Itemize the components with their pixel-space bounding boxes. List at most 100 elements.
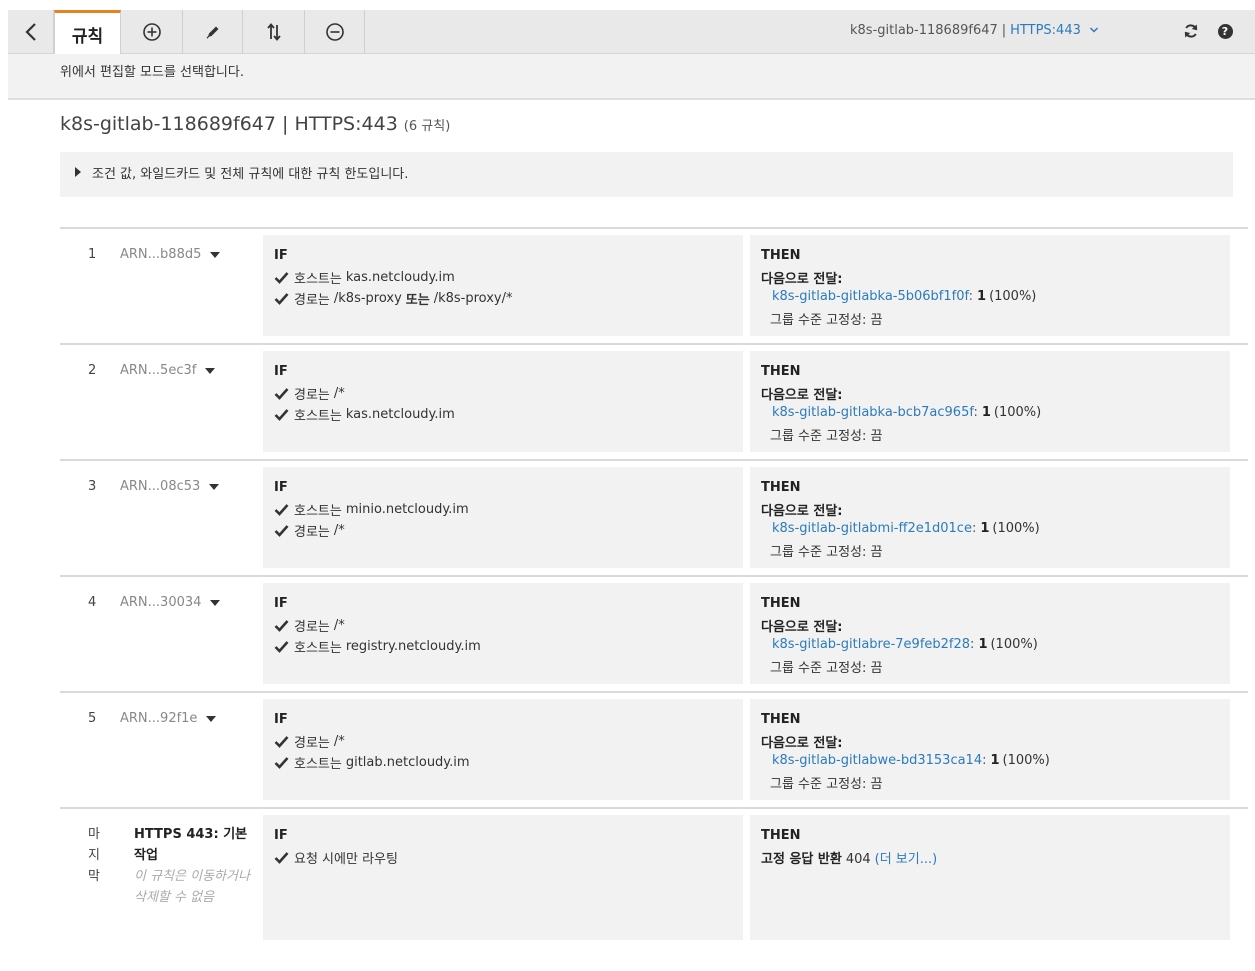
rule-arn-dropdown[interactable]: ARN...30034 <box>120 595 221 610</box>
condition-or-value: /k8s-proxy/* <box>433 291 513 306</box>
condition-value: kas.netcloudy.im <box>345 407 455 422</box>
chevron-left-icon <box>24 23 36 41</box>
if-label: IF <box>274 364 288 379</box>
checkmark-icon <box>274 525 289 537</box>
target-group-link[interactable]: k8s-gitlab-gitlabwe-bd3153ca14 <box>772 753 982 768</box>
then-label: THEN <box>761 712 801 727</box>
condition-value: /* <box>333 618 345 633</box>
rule-conditions: IF 경로는/* 호스트는 kas.netcloudy.im <box>263 351 743 452</box>
help-button[interactable]: ? <box>1214 19 1236 43</box>
listener-selector[interactable]: k8s-gitlab-118689f647 | HTTPS:443 <box>850 23 1099 38</box>
or-keyword: 또는 <box>405 293 430 308</box>
target-group-colon: : <box>982 753 987 768</box>
target-group-entry: k8s-gitlab-gitlabwe-bd3153ca14: 1 (100%) <box>772 753 1050 768</box>
target-group-weight: 1 <box>977 289 987 304</box>
fixed-response-label: 고정 응답 반환 <box>761 852 842 867</box>
rule-actions: THEN 다음으로 전달: k8s-gitlab-gitlabre-7e9feb2f… <box>750 583 1230 684</box>
edit-rules-button[interactable] <box>183 10 243 54</box>
default-rule-actions: THEN 고정 응답 반환 404 (더 보기...) <box>750 815 1230 940</box>
rule-arn-dropdown[interactable]: ARN...b88d5 <box>120 247 221 262</box>
rule-arn: ARN...5ec3f <box>120 363 197 378</box>
rule-actions: THEN 다음으로 전달: k8s-gitlab-gitlabka-5b06bf1f… <box>750 235 1230 336</box>
rule-number: 1 <box>88 247 97 262</box>
forward-to-label: 다음으로 전달: <box>761 272 843 287</box>
rule-arn-dropdown[interactable]: ARN...08c53 <box>120 479 220 494</box>
then-label: THEN <box>761 248 801 263</box>
target-group-percent: (100%) <box>992 521 1040 536</box>
minus-circle-icon <box>325 23 344 41</box>
listener-name[interactable]: HTTPS:443 <box>1010 23 1081 38</box>
condition-value: /* <box>333 386 345 401</box>
rule-condition: 호스트는 gitlab.netcloudy.im <box>274 753 470 772</box>
target-group-link[interactable]: k8s-gitlab-gitlabka-5b06bf1f0f <box>772 289 969 304</box>
refresh-button[interactable] <box>1180 19 1202 43</box>
condition-value: registry.netcloudy.im <box>345 639 481 654</box>
help-icon: ? <box>1217 23 1233 39</box>
rule-arn-dropdown[interactable]: ARN...92f1e <box>120 711 217 726</box>
reorder-rules-button[interactable] <box>243 10 305 54</box>
rule-number: 4 <box>88 595 97 610</box>
condition-prefix: 경로는 <box>294 736 330 751</box>
condition-value: kas.netcloudy.im <box>345 270 455 285</box>
group-stickiness: 그룹 수준 고정성: 끔 <box>770 313 883 328</box>
rules-toolbar: 규칙 k8s-gitlab-118689f647 | HTTPS:443 ? <box>8 10 1255 55</box>
chevron-down-icon <box>1089 27 1099 33</box>
page-title: k8s-gitlab-118689f647 | HTTPS:443 (6 규칙) <box>60 113 450 135</box>
rule-arn-dropdown[interactable]: ARN...5ec3f <box>120 363 216 378</box>
condition-value: /* <box>333 734 345 749</box>
rule-actions: THEN 다음으로 전달: k8s-gitlab-gitlabwe-bd3153ca… <box>750 699 1230 800</box>
default-rule-conditions: IF 요청 시에만 라우팅 <box>263 815 743 940</box>
show-more-link[interactable]: (더 보기...) <box>875 852 938 867</box>
default-rule-number: 마지막 <box>88 827 100 884</box>
forward-to-label: 다음으로 전달: <box>761 504 843 519</box>
then-label: THEN <box>761 364 801 379</box>
target-group-weight: 1 <box>990 753 1000 768</box>
delete-rules-button[interactable] <box>305 10 365 54</box>
target-group-percent: (100%) <box>993 405 1042 420</box>
page-title-text: k8s-gitlab-118689f647 | HTTPS:443 <box>60 113 398 135</box>
rule-divider <box>60 691 1248 693</box>
checkmark-icon <box>274 736 289 748</box>
fixed-response: 고정 응답 반환 404 (더 보기...) <box>761 848 937 867</box>
then-label: THEN <box>761 828 801 843</box>
back-button[interactable] <box>8 10 54 54</box>
condition-prefix: 경로는 <box>294 620 330 635</box>
add-rules-button[interactable] <box>121 10 183 54</box>
target-group-colon: : <box>973 405 978 420</box>
rule-condition: 경로는/* <box>274 732 345 751</box>
rule-conditions: IF 호스트는 minio.netcloudy.im 경로는/* <box>263 467 743 568</box>
target-group-link[interactable]: k8s-gitlab-gitlabre-7e9feb2f28 <box>772 637 970 652</box>
rule-limits-text: 조건 값, 와일드카드 및 전체 규칙에 대한 규칙 한도입니다. <box>92 167 409 182</box>
target-group-link[interactable]: k8s-gitlab-gitlabka-bcb7ac965f <box>772 405 973 420</box>
if-label: IF <box>274 596 288 611</box>
rule-number: 2 <box>88 363 97 378</box>
forward-to-label: 다음으로 전달: <box>761 388 843 403</box>
default-rule-condition-text: 요청 시에만 라우팅 <box>294 852 398 867</box>
forward-to-label: 다음으로 전달: <box>761 620 843 635</box>
refresh-icon <box>1184 24 1198 38</box>
rule-condition: 경로는/k8s-proxy 또는/k8s-proxy/* <box>274 289 513 308</box>
target-group-colon: : <box>968 289 974 304</box>
tab-rules[interactable]: 규칙 <box>54 10 121 55</box>
checkmark-icon <box>274 272 289 284</box>
target-group-link[interactable]: k8s-gitlab-gitlabmi-ff2e1d01ce <box>772 521 972 536</box>
condition-prefix: 호스트는 <box>294 504 342 519</box>
group-stickiness: 그룹 수준 고정성: 끔 <box>770 777 883 792</box>
rule-number: 5 <box>88 711 97 726</box>
checkmark-icon <box>274 293 289 305</box>
checkmark-icon <box>274 388 289 400</box>
target-group-entry: k8s-gitlab-gitlabre-7e9feb2f28: 1 (100%) <box>772 637 1038 652</box>
caret-down-icon <box>210 251 221 258</box>
rule-divider <box>60 807 1248 809</box>
rule-arn: ARN...b88d5 <box>120 247 202 262</box>
rule-conditions: IF 호스트는 kas.netcloudy.im 경로는/k8s-proxy 또는/k8… <box>263 235 743 336</box>
rule-limits-expander[interactable]: 조건 값, 와일드카드 및 전체 규칙에 대한 규칙 한도입니다. <box>60 152 1233 197</box>
mode-hint-bar: 위에서 편집할 모드를 선택합니다. <box>8 54 1255 100</box>
if-label: IF <box>274 712 288 727</box>
target-group-percent: (100%) <box>990 637 1038 652</box>
target-group-colon: : <box>971 521 977 536</box>
fixed-response-code: 404 <box>845 852 871 867</box>
target-group-entry: k8s-gitlab-gitlabka-5b06bf1f0f: 1 (100%) <box>772 289 1036 304</box>
plus-circle-icon <box>142 23 161 41</box>
forward-to-label: 다음으로 전달: <box>761 736 843 751</box>
